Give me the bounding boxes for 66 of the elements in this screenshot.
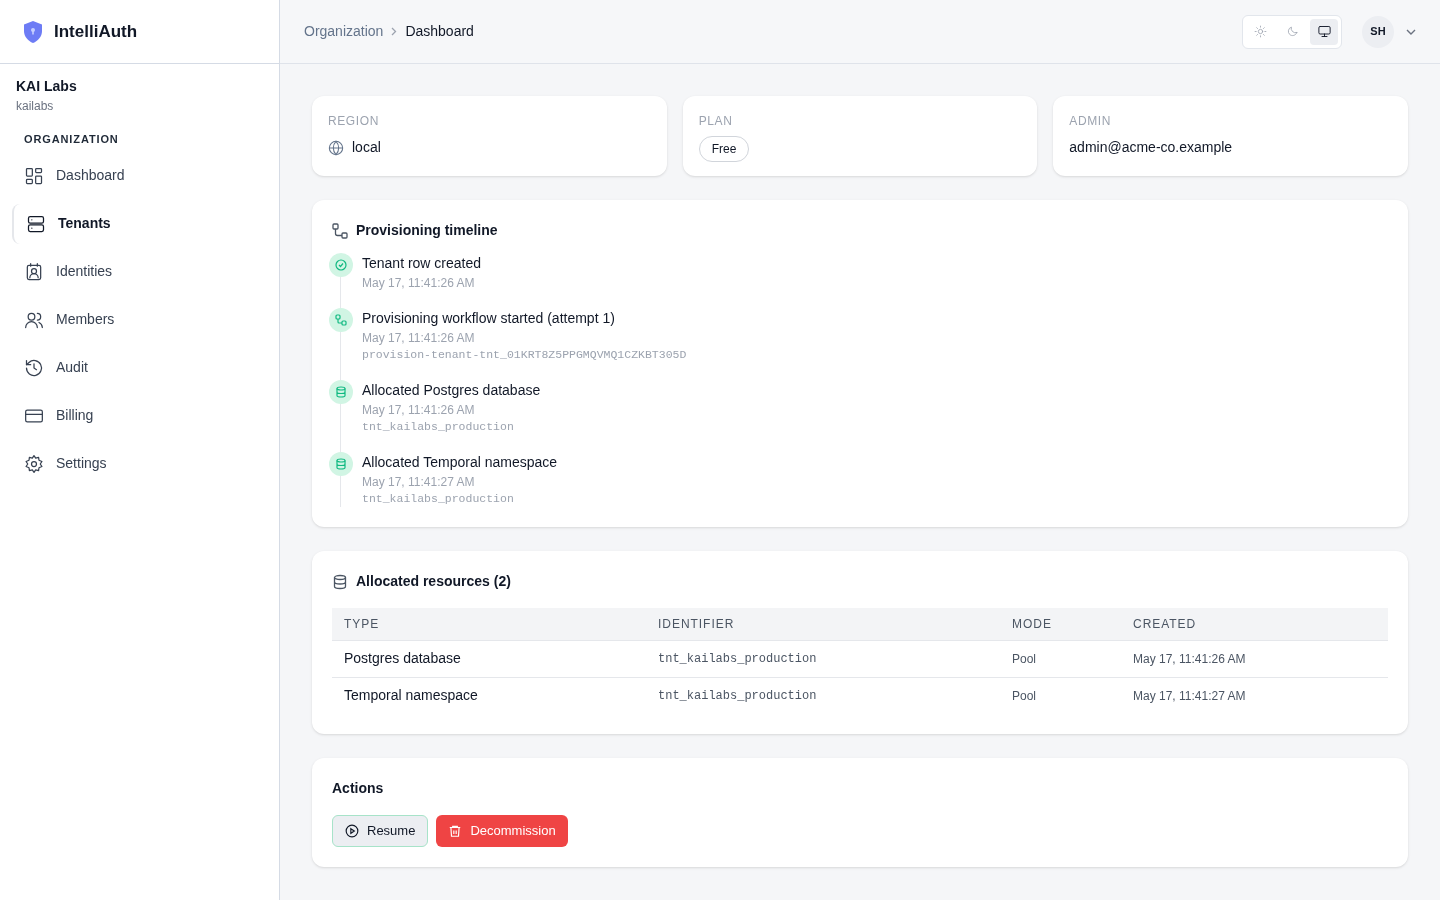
table-cell: Postgres database <box>332 640 646 677</box>
event-time: May 17, 11:41:26 AM <box>362 275 476 291</box>
table-cell: Temporal namespace <box>332 677 646 714</box>
column-header: MODE <box>1000 608 1121 640</box>
card-label: REGION <box>328 113 380 130</box>
event-detail: tnt_kailabs_production <box>362 491 515 507</box>
column-header: CREATED <box>1121 608 1388 640</box>
table-cell: Pool <box>1000 640 1121 677</box>
org-name: KAI Labs <box>16 77 78 96</box>
user-avatar[interactable]: SH <box>1362 15 1394 48</box>
table-cell: tnt_kailabs_production <box>646 640 1000 677</box>
column-header: IDENTIFIER <box>646 608 1000 640</box>
table-cell: May 17, 11:41:27 AM <box>1121 677 1388 714</box>
card-value: admin@acme-co.example <box>1069 138 1233 157</box>
database-icon <box>329 380 353 404</box>
chevron-down-icon[interactable] <box>1406 28 1416 35</box>
card-value: local <box>352 138 381 157</box>
event-title: Provisioning workflow started (attempt 1) <box>362 309 616 328</box>
nav-item[interactable]: Billing <box>12 395 267 436</box>
card-title: Allocated resources (2) <box>356 572 511 591</box>
database-icon <box>329 452 353 476</box>
theme-button[interactable] <box>1310 18 1338 45</box>
nav-item[interactable]: Settings <box>12 443 267 484</box>
globe-icon <box>328 139 344 156</box>
play-circle-icon <box>345 824 359 838</box>
monitor-icon <box>1316 24 1332 39</box>
decommission-button[interactable]: Decommission <box>436 815 568 847</box>
workflow-icon <box>329 308 353 332</box>
breadcrumb-link[interactable]: Organization <box>304 21 384 42</box>
card-label: PLAN <box>698 113 734 130</box>
column-header: TYPE <box>332 608 646 640</box>
workflow-icon <box>332 222 348 239</box>
server-icon <box>26 213 46 234</box>
breadcrumb-current: Dashboard <box>405 22 474 41</box>
history-icon <box>24 357 44 378</box>
event-time: May 17, 11:41:26 AM <box>362 330 476 346</box>
event-title: Tenant row created <box>362 254 482 273</box>
table-cell: tnt_kailabs_production <box>646 677 1000 714</box>
moon-icon <box>1285 25 1299 38</box>
brand-name: IntelliAuth <box>54 20 138 43</box>
card-label: ADMIN <box>1069 113 1112 130</box>
event-title: Allocated Postgres database <box>362 381 541 400</box>
nav-item[interactable]: Dashboard <box>12 155 267 196</box>
event-time: May 17, 11:41:27 AM <box>362 474 476 490</box>
grid-icon <box>24 165 44 186</box>
event-detail: provision-tenant-tnt_01KRT8Z5PPGMQVMQ1CZKBT305D <box>362 347 687 363</box>
database-icon <box>332 573 348 590</box>
table-cell: Pool <box>1000 677 1121 714</box>
org-slug: kailabs <box>16 98 55 115</box>
event-detail: tnt_kailabs_production <box>362 419 515 435</box>
nav-item[interactable]: Audit <box>12 347 267 388</box>
resume-button[interactable]: Resume <box>332 815 429 847</box>
sun-icon <box>1253 25 1267 38</box>
settings-icon <box>24 453 44 474</box>
table-cell: May 17, 11:41:26 AM <box>1121 640 1388 677</box>
chevron-right-icon <box>391 27 398 36</box>
card-title: Provisioning timeline <box>356 221 498 240</box>
section-heading: ORGANIZATION <box>24 132 120 147</box>
nav-item[interactable]: Identities <box>12 251 267 292</box>
shield-logo-icon <box>24 20 42 43</box>
event-title: Allocated Temporal namespace <box>362 453 558 472</box>
nav-item[interactable]: Members <box>12 299 267 340</box>
id-badge-icon <box>24 261 44 282</box>
event-time: May 17, 11:41:26 AM <box>362 402 476 418</box>
trash-icon <box>448 824 463 838</box>
card-title: Actions <box>332 779 385 798</box>
